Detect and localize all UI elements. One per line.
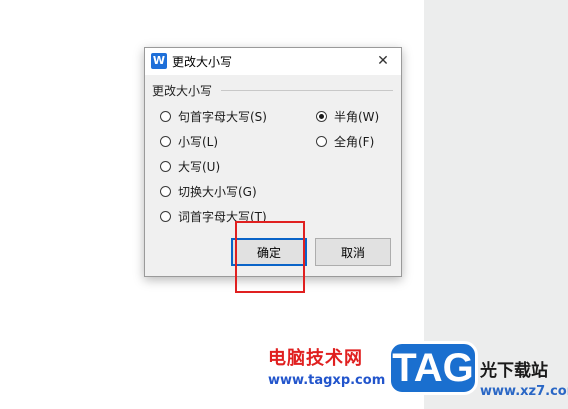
radio-half-width[interactable]: 半角(W) [316,108,379,125]
radio-label: 小写(L) [178,135,219,149]
watermark-url: www.tagxp.com [268,373,386,388]
radio-toggle-case[interactable]: 切换大小写(G) [160,183,257,200]
radio-circle [160,111,171,122]
radio-full-width[interactable]: 全角(F) [316,133,374,150]
radio-circle [160,161,171,172]
tag-logo: TAG [388,341,478,395]
watermark-site-name-right: 光下载站 [480,361,548,381]
radio-circle [160,136,171,147]
radio-label: 半角(W) [334,110,380,124]
radio-sentence-case[interactable]: 句首字母大写(S) [160,108,267,125]
wps-writer-icon: W [151,53,167,69]
radio-label: 句首字母大写(S) [178,110,267,124]
dialog-title: 更改大小写 [172,55,233,69]
highlight-box [235,221,305,293]
group-divider [221,90,393,91]
dialog-titlebar: W 更改大小写 ✕ [145,48,401,75]
group-label: 更改大小写 [152,82,216,99]
watermark-right: 光下载站 www.xz7.com [480,356,568,399]
close-icon[interactable]: ✕ [371,51,395,71]
radio-lowercase[interactable]: 小写(L) [160,133,218,150]
radio-circle [316,136,327,147]
cancel-button[interactable]: 取消 [315,238,391,266]
radio-circle [160,211,171,222]
radio-circle-checked [316,111,327,122]
radio-label: 全角(F) [334,135,375,149]
watermark-site-name: 电脑技术网 [268,348,363,369]
watermark-url-right: www.xz7.com [480,384,568,399]
radio-label: 切换大小写(G) [178,185,257,199]
watermark-left: 电脑技术网 www.tagxp.com [268,344,385,388]
radio-label: 大写(U) [178,160,221,174]
radio-circle [160,186,171,197]
radio-uppercase[interactable]: 大写(U) [160,158,220,175]
